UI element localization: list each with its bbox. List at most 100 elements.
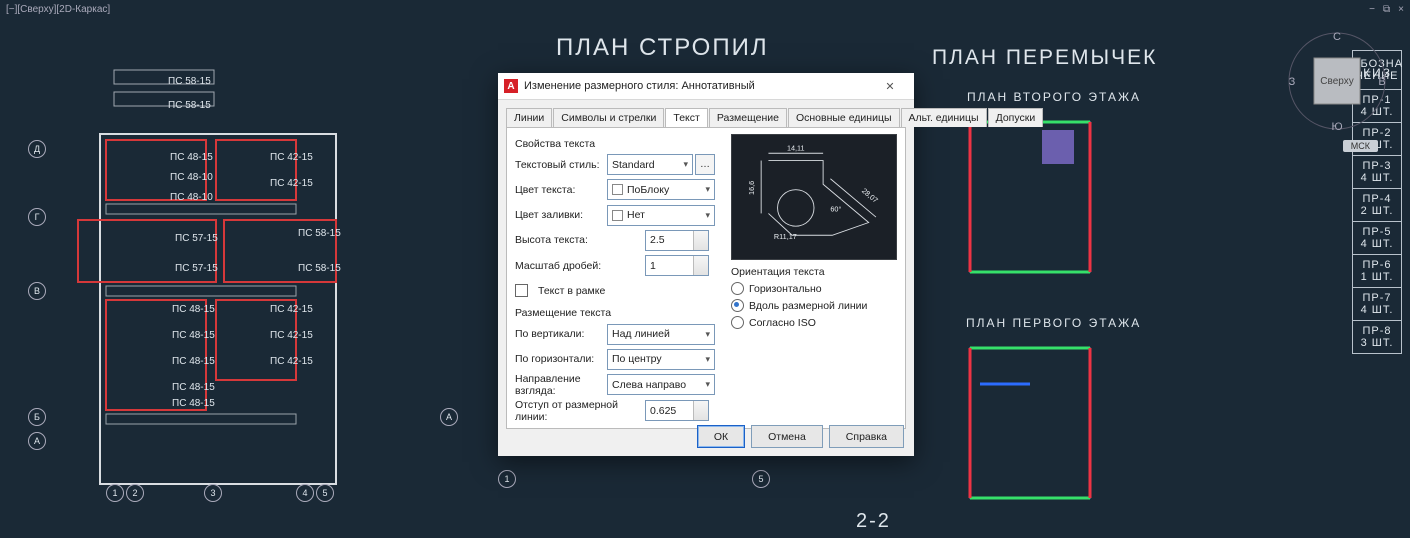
tab-Допуски[interactable]: Допуски [988, 108, 1044, 127]
row-horizontal: По горизонтали: По центру [515, 349, 715, 370]
tab-Линии[interactable]: Линии [506, 108, 552, 127]
axis-marker: 5 [316, 484, 334, 502]
row-frac-scale: Масштаб дробей: 1 [515, 255, 715, 276]
ok-button[interactable]: ОК [697, 425, 745, 448]
floor2-drawing [950, 108, 1110, 288]
tab-Основные единицы[interactable]: Основные единицы [788, 108, 900, 127]
plan-label: ПС 48-15 [172, 304, 215, 315]
plan-label: ПС 48-15 [172, 382, 215, 393]
axis-marker: 1 [498, 470, 516, 488]
text-style-browse-button[interactable]: … [695, 154, 715, 175]
plan-label: ПС 42-15 [270, 304, 313, 315]
minimize-icon[interactable]: − [1369, 4, 1375, 15]
plan-label: ПС 48-15 [172, 398, 215, 409]
svg-text:R11,17: R11,17 [774, 232, 797, 241]
fill-color-combo[interactable]: Нет [607, 205, 715, 226]
horizontal-combo[interactable]: По центру [607, 349, 715, 370]
view-dir-combo[interactable]: Слева направо [607, 374, 715, 395]
svg-text:Ю: Ю [1331, 121, 1342, 133]
cancel-button[interactable]: Отмена [751, 425, 823, 448]
orient-alongdim-radio[interactable] [731, 299, 744, 312]
dialog-tabs: ЛинииСимволы и стрелкиТекстРазмещениеОсн… [498, 100, 914, 127]
axis-marker: 4 [296, 484, 314, 502]
svg-text:28,07: 28,07 [860, 186, 880, 205]
drawing-title-floor2: ПЛАН ВТОРОГО ЭТАЖА [967, 90, 1141, 104]
vertical-combo[interactable]: Над линией [607, 324, 715, 345]
axis-marker: В [28, 282, 46, 300]
restore-icon[interactable]: ⧉ [1383, 4, 1390, 15]
plan-label: ПС 42-15 [270, 178, 313, 189]
text-frame-checkbox[interactable] [515, 284, 528, 297]
axis-marker: А [28, 432, 46, 450]
beam-row: ПР-61 ШТ. [1352, 255, 1402, 288]
row-offset: Отступ от размерной линии: 0.625 [515, 400, 715, 422]
dialog-panel: Свойства текста Текстовый стиль: Standar… [506, 127, 906, 429]
beam-row: ПР-34 ШТ. [1352, 156, 1402, 189]
frac-scale-spinner[interactable]: 1 [645, 255, 709, 276]
beam-row: ПР-42 ШТ. [1352, 189, 1402, 222]
text-height-spinner[interactable]: 2.5 [645, 230, 709, 251]
svg-text:14,11: 14,11 [787, 144, 805, 153]
plan-label: ПС 48-15 [172, 330, 215, 341]
text-style-combo[interactable]: Standard [607, 154, 693, 175]
plan-label: ПС 42-15 [270, 356, 313, 367]
beam-row: ПР-83 ШТ. [1352, 321, 1402, 354]
plan-stropil-drawing [38, 60, 368, 490]
plan-label: ПС 48-15 [172, 356, 215, 367]
dialog-button-row: ОК Отмена Справка [697, 425, 904, 448]
group-text-props: Свойства текста [515, 138, 715, 150]
axis-marker: Д [28, 140, 46, 158]
orient-iso-radio[interactable] [731, 316, 744, 329]
plan-label: ПС 42-15 [270, 330, 313, 341]
beam-row: ПР-54 ШТ. [1352, 222, 1402, 255]
drawing-title-section: 2-2 [856, 510, 891, 533]
close-icon[interactable]: × [1398, 4, 1404, 15]
orient-horizontal-radio[interactable] [731, 282, 744, 295]
svg-text:В: В [1378, 76, 1385, 88]
tab-Размещение[interactable]: Размещение [709, 108, 787, 127]
text-color-combo[interactable]: ПоБлоку [607, 179, 715, 200]
svg-text:С: С [1333, 31, 1341, 43]
axis-marker: 1 [106, 484, 124, 502]
row-fill-color: Цвет заливки: Нет [515, 205, 715, 226]
beam-row: ПР-74 ШТ. [1352, 288, 1402, 321]
svg-text:16,6: 16,6 [747, 181, 756, 195]
plan-label: ПС 58-15 [298, 228, 341, 239]
group-text-orient: Ориентация текста [731, 266, 897, 278]
dialog-title: Изменение размерного стиля: Аннотативный [524, 80, 872, 92]
tab-Альт. единицы[interactable]: Альт. единицы [901, 108, 987, 127]
offset-spinner[interactable]: 0.625 [645, 400, 709, 421]
drawing-title-stropil: ПЛАН СТРОПИЛ [556, 34, 769, 62]
plan-label: ПС 48-15 [170, 152, 213, 163]
axis-marker: Г [28, 208, 46, 226]
plan-label: ПС 42-15 [270, 152, 313, 163]
row-text-frame: Текст в рамке [515, 284, 715, 297]
drawing-title-peremychek: ПЛАН ПЕРЕМЫЧЕК [932, 46, 1157, 70]
help-button[interactable]: Справка [829, 425, 904, 448]
plan-label: ПС 58-15 [168, 100, 211, 111]
radio-horizontal: Горизонтально [731, 282, 897, 295]
plan-label: ПС 57-15 [175, 233, 218, 244]
axis-marker: Б [28, 408, 46, 426]
svg-text:Сверху: Сверху [1320, 76, 1353, 87]
plan-label: ПС 58-15 [298, 263, 341, 274]
row-vertical: По вертикали: Над линией [515, 323, 715, 344]
autocad-icon: A [504, 79, 518, 93]
plan-label: ПС 48-10 [170, 172, 213, 183]
viewcube[interactable]: Сверху С Ю В З [1282, 26, 1392, 136]
radio-along-dim: Вдоль размерной линии [731, 299, 897, 312]
tab-Символы и стрелки[interactable]: Символы и стрелки [553, 108, 664, 127]
wcs-badge[interactable]: МСК [1343, 140, 1378, 152]
row-text-height: Высота текста: 2.5 [515, 230, 715, 251]
dialog-close-button[interactable]: ✕ [872, 75, 908, 97]
window-controls[interactable]: − ⧉ × [1369, 4, 1404, 15]
tab-Текст[interactable]: Текст [665, 108, 707, 127]
row-text-color: Цвет текста: ПоБлоку [515, 179, 715, 200]
plan-label: ПС 57-15 [175, 263, 218, 274]
dialog-titlebar[interactable]: A Изменение размерного стиля: Аннотативн… [498, 73, 914, 100]
radio-iso: Согласно ISO [731, 316, 897, 329]
axis-marker: 5 [752, 470, 770, 488]
plan-label: ПС 58-15 [168, 76, 211, 87]
axis-marker: 2 [126, 484, 144, 502]
axis-marker: А [440, 408, 458, 426]
